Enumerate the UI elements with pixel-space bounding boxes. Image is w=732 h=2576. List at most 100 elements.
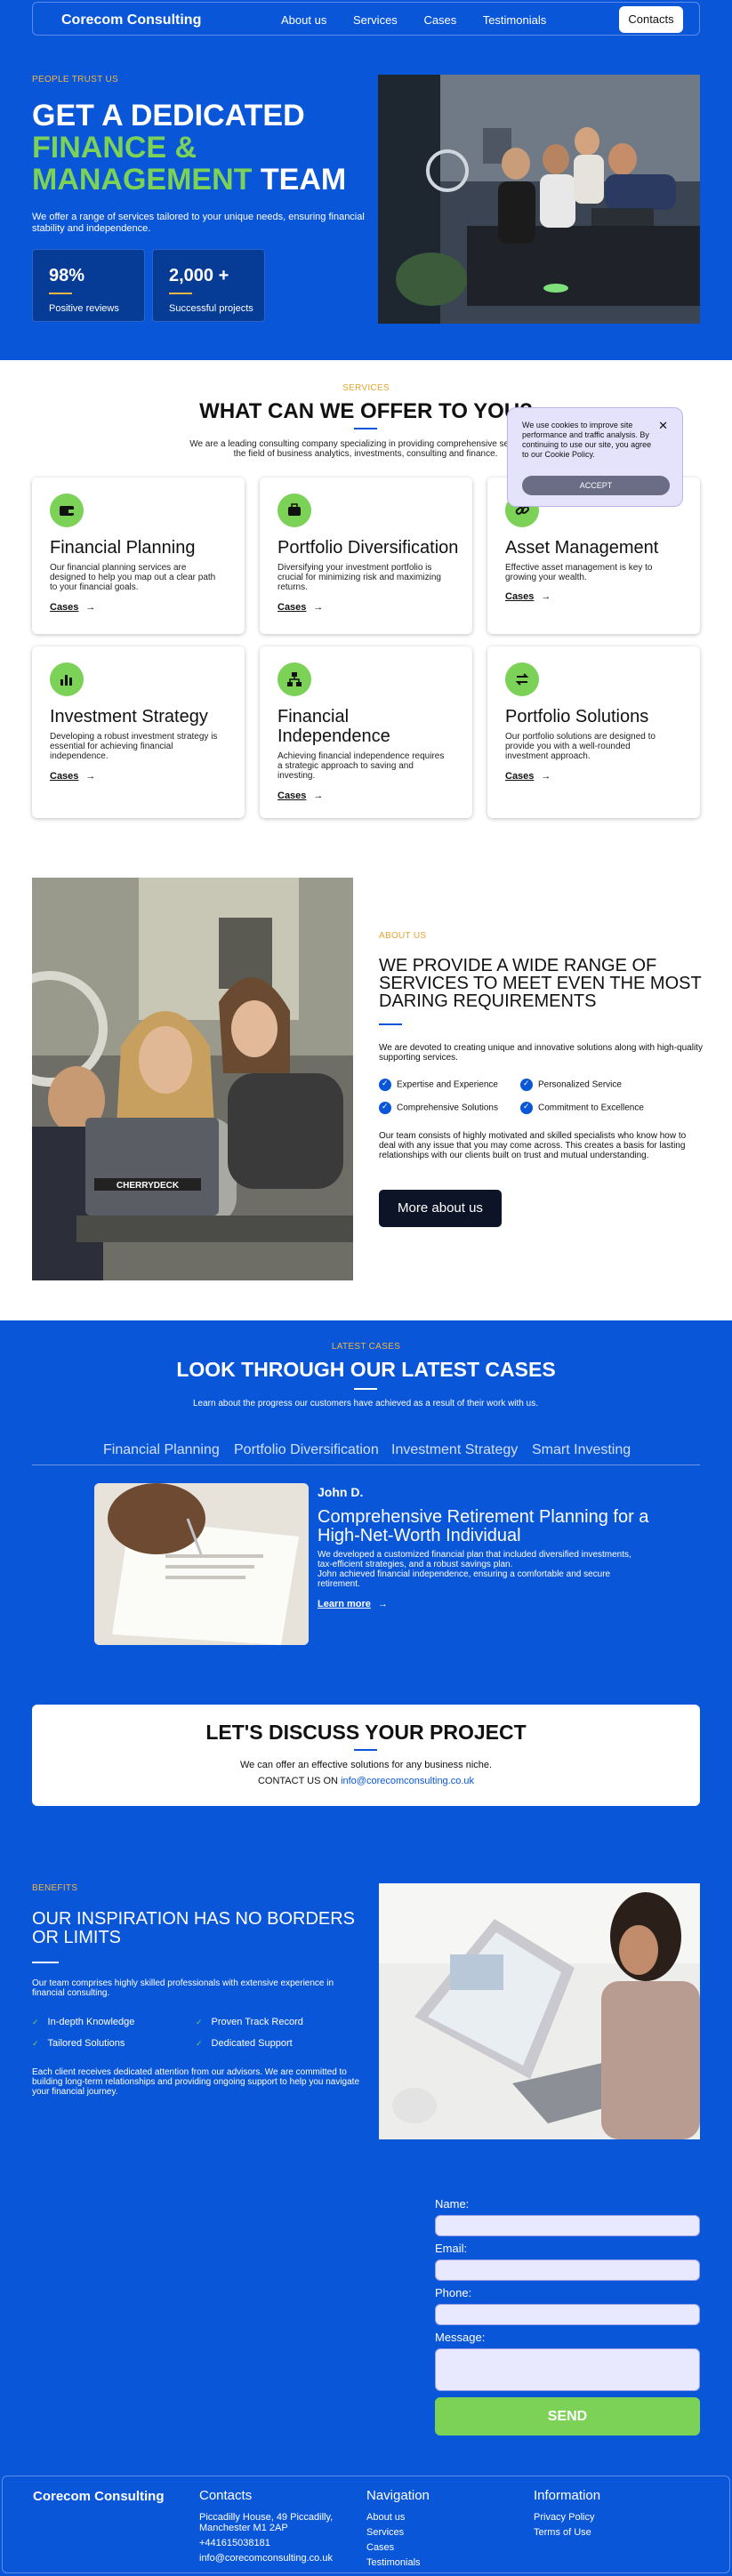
cases-link[interactable]: Cases → [505,591,551,602]
network-icon [278,662,311,696]
discuss-email-link[interactable]: info@corecomconsulting.co.uk [341,1776,474,1786]
nav-link-cases[interactable]: Cases [423,13,456,27]
footer-address: Piccadilly House, 49 Piccadilly, Manches… [199,2512,334,2533]
contacts-button[interactable]: Contacts [619,6,683,33]
footer-nav-cases[interactable]: Cases [366,2542,394,2553]
email-label: Email: [435,2242,468,2255]
briefcase-icon [278,494,311,527]
benefits-underline [32,1962,59,1963]
benefits-title: OUR INSPIRATION HAS NO BORDERS OR LIMITS [32,1909,356,1947]
stat-divider [169,293,192,294]
benefits-kicker: BENEFITS [32,1883,78,1893]
discuss-contact: CONTACT US ON info@corecomconsulting.co.… [257,1776,475,1786]
tab-smart-investing[interactable]: Smart Investing [532,1442,631,1458]
case-photo [94,1483,309,1645]
check-circle-icon [379,1102,391,1114]
footer-privacy-link[interactable]: Privacy Policy [534,2512,594,2523]
stat-card-reviews: 98% Positive reviews [32,249,145,322]
nav-link-about[interactable]: About us [281,13,326,27]
message-textarea[interactable] [435,2348,700,2391]
stat-label: Positive reviews [49,303,119,314]
hero-team-photo [378,75,700,324]
cases-link[interactable]: Cases → [278,602,323,613]
close-icon[interactable]: ✕ [658,419,668,433]
footer-info-title: Information [534,2488,601,2503]
name-input[interactable] [435,2215,700,2236]
about-title: WE PROVIDE A WIDE RANGE OF SERVICES TO M… [379,956,702,1011]
footer-nav-testimonials[interactable]: Testimonials [366,2557,421,2568]
cookie-text: We use cookies to improve site performan… [522,421,652,459]
service-description: Diversifying your investment portfolio i… [278,563,441,592]
services-description: We are a leading consulting company spec… [189,439,542,459]
about-kicker: ABOUT US [379,931,427,941]
cookie-banner: We use cookies to improve site performan… [507,407,683,507]
about-title-underline [379,1023,402,1025]
discuss-title: LET'S DISCUSS YOUR PROJECT [205,1721,527,1744]
services-title-underline [354,428,377,429]
footer-nav-title: Navigation [366,2488,430,2503]
arrow-right-icon: → [541,591,551,602]
stat-value: 2,000 + [169,266,229,285]
case-client-name: John D. [318,1485,364,1499]
tab-financial-planning[interactable]: Financial Planning [103,1442,220,1458]
about-team-photo: CHERRYDECK [32,878,353,1280]
cases-title: LOOK THROUGH OUR LATEST CASES [176,1358,556,1381]
footer-contacts-title: Contacts [199,2488,253,2503]
cases-description: Learn about the progress our customers h… [193,1399,538,1408]
transfer-icon [505,662,539,696]
phone-input[interactable] [435,2304,700,2325]
hero-title: GET A DEDICATED FINANCE & MANAGEMENT TEA… [32,100,346,196]
about-intro: We are devoted to creating unique and in… [379,1043,703,1063]
discuss-subtitle: We can offer an effective solutions for … [239,1760,493,1770]
service-card-investment-strategy[interactable]: Investment Strategy Developing a robust … [32,646,245,818]
feature-item: Commitment to Excellence [520,1102,644,1114]
nav-link-services[interactable]: Services [353,13,398,27]
cases-link[interactable]: Cases → [50,771,95,782]
case-body-paragraph: John achieved financial independence, en… [318,1569,611,1589]
arrow-right-icon: → [313,790,324,801]
arrow-right-icon: → [85,771,96,782]
service-card-financial-independence[interactable]: Financial Independence Achieving financi… [260,646,472,818]
footer-email[interactable]: info@corecomconsulting.co.uk [199,2553,333,2564]
check-icon: ✓ [32,2039,39,2048]
cases-link[interactable]: Cases → [278,790,323,801]
cases-link[interactable]: Cases → [50,602,95,613]
service-description: Our financial planning services are desi… [50,563,216,592]
footer-phone[interactable]: +441615038181 [199,2538,270,2548]
nav-link-testimonials[interactable]: Testimonials [483,13,547,27]
footer-nav-about[interactable]: About us [366,2512,405,2523]
footer-nav-services[interactable]: Services [366,2527,404,2538]
service-card-financial-planning[interactable]: Financial Planning Our financial plannin… [32,477,245,634]
brand-logo[interactable]: Corecom Consulting [61,12,201,28]
discuss-project-card: LET'S DISCUSS YOUR PROJECT We can offer … [32,1705,700,1806]
service-title: Financial Independence [278,707,390,746]
tab-investment-strategy[interactable]: Investment Strategy [391,1442,518,1458]
laptop-sticker-text: CHERRYDECK [117,1181,180,1191]
message-label: Message: [435,2331,486,2344]
footer-terms-link[interactable]: Terms of Use [534,2527,591,2538]
service-title: Investment Strategy [50,707,208,726]
learn-more-link[interactable]: Learn more → [318,1599,388,1609]
hero-title-line1: GET A DEDICATED [32,99,305,132]
hero-title-line3a: MANAGEMENT [32,163,253,197]
case-body: We developed a customized financial plan… [318,1550,638,1589]
service-description: Effective asset management is key to gro… [505,563,653,582]
send-button[interactable]: SEND [435,2397,700,2436]
footer-brand[interactable]: Corecom Consulting [33,2489,165,2504]
hero-description: We offer a range of services tailored to… [32,212,365,234]
accept-cookies-button[interactable]: ACCEPT [522,476,670,495]
tab-portfolio-diversification[interactable]: Portfolio Diversification [234,1442,379,1458]
check-icon: ✓ [32,2018,39,2026]
service-description: Developing a robust investment strategy … [50,732,218,761]
top-navbar: Corecom Consulting About us Services Cas… [32,2,700,36]
stat-divider [49,293,72,294]
email-input[interactable] [435,2259,700,2281]
service-card-portfolio-solutions[interactable]: Portfolio Solutions Our portfolio soluti… [487,646,700,818]
service-title: Portfolio Diversification [278,538,459,558]
name-label: Name: [435,2197,470,2211]
cases-link[interactable]: Cases → [505,771,551,782]
check-circle-icon [520,1102,533,1114]
more-about-us-button[interactable]: More about us [379,1190,502,1227]
feature-item: Comprehensive Solutions [379,1102,498,1114]
service-card-portfolio-diversification[interactable]: Portfolio Diversification Diversifying y… [260,477,472,634]
